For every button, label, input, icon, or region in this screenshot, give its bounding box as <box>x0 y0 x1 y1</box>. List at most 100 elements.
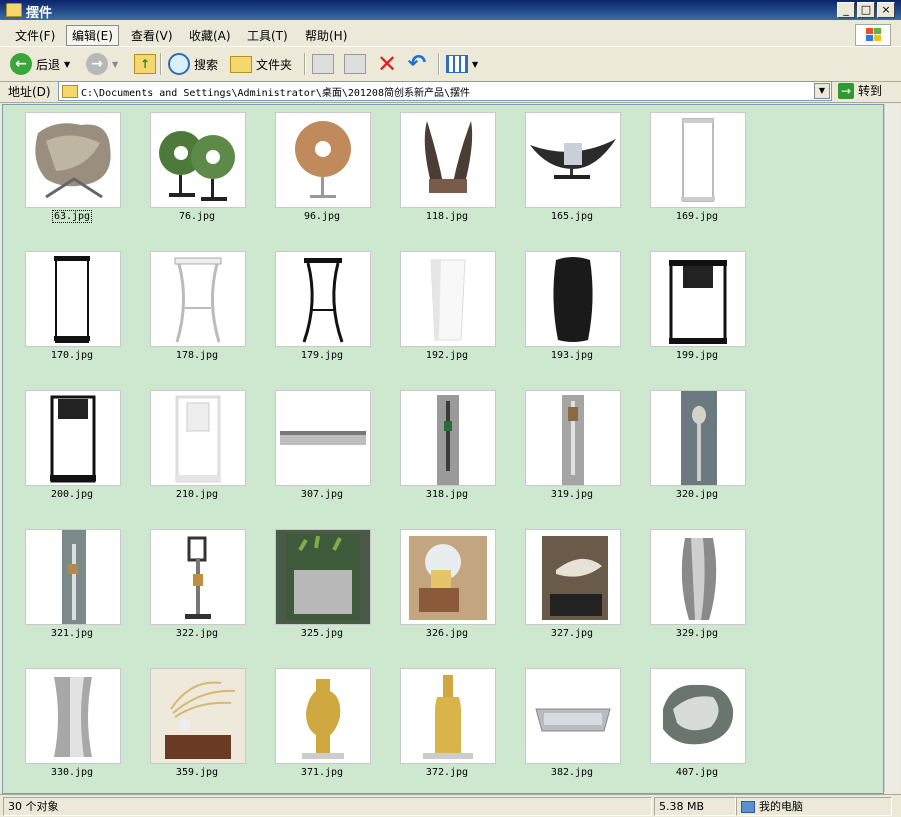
undo-button[interactable]: ↶ <box>406 51 428 77</box>
file-item[interactable]: 170.jpg <box>23 251 148 390</box>
go-button[interactable]: → 转到 <box>838 82 882 99</box>
menu-tools[interactable]: 工具(T) <box>242 26 293 45</box>
file-item[interactable]: 319.jpg <box>523 390 648 529</box>
file-thumbnail[interactable] <box>400 251 496 347</box>
file-thumbnail[interactable] <box>400 112 496 208</box>
menu-help[interactable]: 帮助(H) <box>300 26 352 45</box>
file-item[interactable]: 326.jpg <box>398 529 523 668</box>
file-name[interactable]: 321.jpg <box>23 628 121 639</box>
file-thumbnail[interactable] <box>525 251 621 347</box>
views-button[interactable]: ▼ <box>446 51 478 77</box>
file-name[interactable]: 319.jpg <box>523 489 621 500</box>
file-thumbnail[interactable] <box>525 390 621 486</box>
file-name[interactable]: 192.jpg <box>398 350 496 361</box>
file-name[interactable]: 359.jpg <box>148 767 246 778</box>
file-name[interactable]: 382.jpg <box>523 767 621 778</box>
file-thumbnail[interactable] <box>525 529 621 625</box>
delete-button[interactable]: ✕ <box>376 51 398 77</box>
menu-file[interactable]: 文件(F) <box>10 26 60 45</box>
file-thumbnail[interactable] <box>25 112 121 208</box>
vertical-scrollbar[interactable] <box>884 104 900 792</box>
file-view[interactable]: 63.jpg 76.jpg 96.jpg 118.jpg 165.jpg 169.jpg 1… <box>2 104 884 794</box>
file-name[interactable]: 210.jpg <box>148 489 246 500</box>
file-item[interactable]: 76.jpg <box>148 112 273 251</box>
file-item[interactable]: 407.jpg <box>648 668 773 793</box>
file-name[interactable]: 327.jpg <box>523 628 621 639</box>
file-item[interactable]: 382.jpg <box>523 668 648 793</box>
forward-button[interactable]: → ▼ <box>86 51 118 77</box>
file-thumbnail[interactable] <box>275 251 371 347</box>
file-item[interactable]: 193.jpg <box>523 251 648 390</box>
file-item[interactable]: 118.jpg <box>398 112 523 251</box>
file-name[interactable]: 170.jpg <box>23 350 121 361</box>
file-item[interactable]: 322.jpg <box>148 529 273 668</box>
file-item[interactable]: 165.jpg <box>523 112 648 251</box>
file-thumbnail[interactable] <box>150 251 246 347</box>
file-thumbnail[interactable] <box>525 112 621 208</box>
file-item[interactable]: 371.jpg <box>273 668 398 793</box>
copy-to-button[interactable] <box>344 51 366 77</box>
file-thumbnail[interactable] <box>650 668 746 764</box>
up-folder-button[interactable]: ↑ <box>134 51 156 77</box>
menu-view[interactable]: 查看(V) <box>126 26 178 45</box>
file-name[interactable]: 320.jpg <box>648 489 746 500</box>
file-thumbnail[interactable] <box>150 112 246 208</box>
file-item[interactable]: 307.jpg <box>273 390 398 529</box>
file-thumbnail[interactable] <box>400 668 496 764</box>
file-name[interactable]: 178.jpg <box>148 350 246 361</box>
file-item[interactable]: 321.jpg <box>23 529 148 668</box>
file-name[interactable]: 118.jpg <box>398 211 496 222</box>
file-name[interactable]: 407.jpg <box>648 767 746 778</box>
move-to-button[interactable] <box>312 51 334 77</box>
file-item[interactable]: 179.jpg <box>273 251 398 390</box>
file-item[interactable]: 372.jpg <box>398 668 523 793</box>
file-item[interactable]: 330.jpg <box>23 668 148 793</box>
file-thumbnail[interactable] <box>150 390 246 486</box>
file-item[interactable]: 327.jpg <box>523 529 648 668</box>
menu-favorites[interactable]: 收藏(A) <box>184 26 236 45</box>
minimize-button[interactable]: _ <box>837 2 855 18</box>
file-item[interactable]: 192.jpg <box>398 251 523 390</box>
file-name[interactable]: 325.jpg <box>273 628 371 639</box>
file-item[interactable]: 359.jpg <box>148 668 273 793</box>
file-item[interactable]: 210.jpg <box>148 390 273 529</box>
file-item[interactable]: 200.jpg <box>23 390 148 529</box>
file-thumbnail[interactable] <box>25 529 121 625</box>
folders-button[interactable]: 文件夹 <box>230 51 292 77</box>
file-thumbnail[interactable] <box>525 668 621 764</box>
close-button[interactable]: × <box>877 2 895 18</box>
file-name[interactable]: 318.jpg <box>398 489 496 500</box>
file-name[interactable]: 63.jpg <box>23 210 121 223</box>
maximize-button[interactable]: □ <box>857 2 875 18</box>
file-item[interactable]: 96.jpg <box>273 112 398 251</box>
file-item[interactable]: 325.jpg <box>273 529 398 668</box>
file-thumbnail[interactable] <box>650 251 746 347</box>
file-name[interactable]: 179.jpg <box>273 350 371 361</box>
file-name[interactable]: 200.jpg <box>23 489 121 500</box>
title-bar[interactable]: 摆件 _ □ × <box>0 0 901 21</box>
file-name[interactable]: 169.jpg <box>648 211 746 222</box>
file-thumbnail[interactable] <box>25 668 121 764</box>
address-input[interactable]: C:\Documents and Settings\Administrator\… <box>58 81 832 101</box>
file-item[interactable]: 169.jpg <box>648 112 773 251</box>
file-thumbnail[interactable] <box>275 668 371 764</box>
file-item[interactable]: 63.jpg <box>23 112 148 251</box>
file-item[interactable]: 178.jpg <box>148 251 273 390</box>
file-thumbnail[interactable] <box>275 390 371 486</box>
file-name[interactable]: 307.jpg <box>273 489 371 500</box>
file-thumbnail[interactable] <box>400 529 496 625</box>
file-name[interactable]: 199.jpg <box>648 350 746 361</box>
file-thumbnail[interactable] <box>25 251 121 347</box>
address-dropdown-button[interactable]: ▼ <box>814 83 830 99</box>
file-name[interactable]: 371.jpg <box>273 767 371 778</box>
file-name[interactable]: 329.jpg <box>648 628 746 639</box>
file-thumbnail[interactable] <box>275 529 371 625</box>
file-item[interactable]: 318.jpg <box>398 390 523 529</box>
file-thumbnail[interactable] <box>400 390 496 486</box>
back-button[interactable]: ← 后退 ▼ <box>10 51 70 77</box>
file-name[interactable]: 326.jpg <box>398 628 496 639</box>
file-item[interactable]: 199.jpg <box>648 251 773 390</box>
file-item[interactable]: 329.jpg <box>648 529 773 668</box>
file-item[interactable]: 320.jpg <box>648 390 773 529</box>
file-name[interactable]: 165.jpg <box>523 211 621 222</box>
